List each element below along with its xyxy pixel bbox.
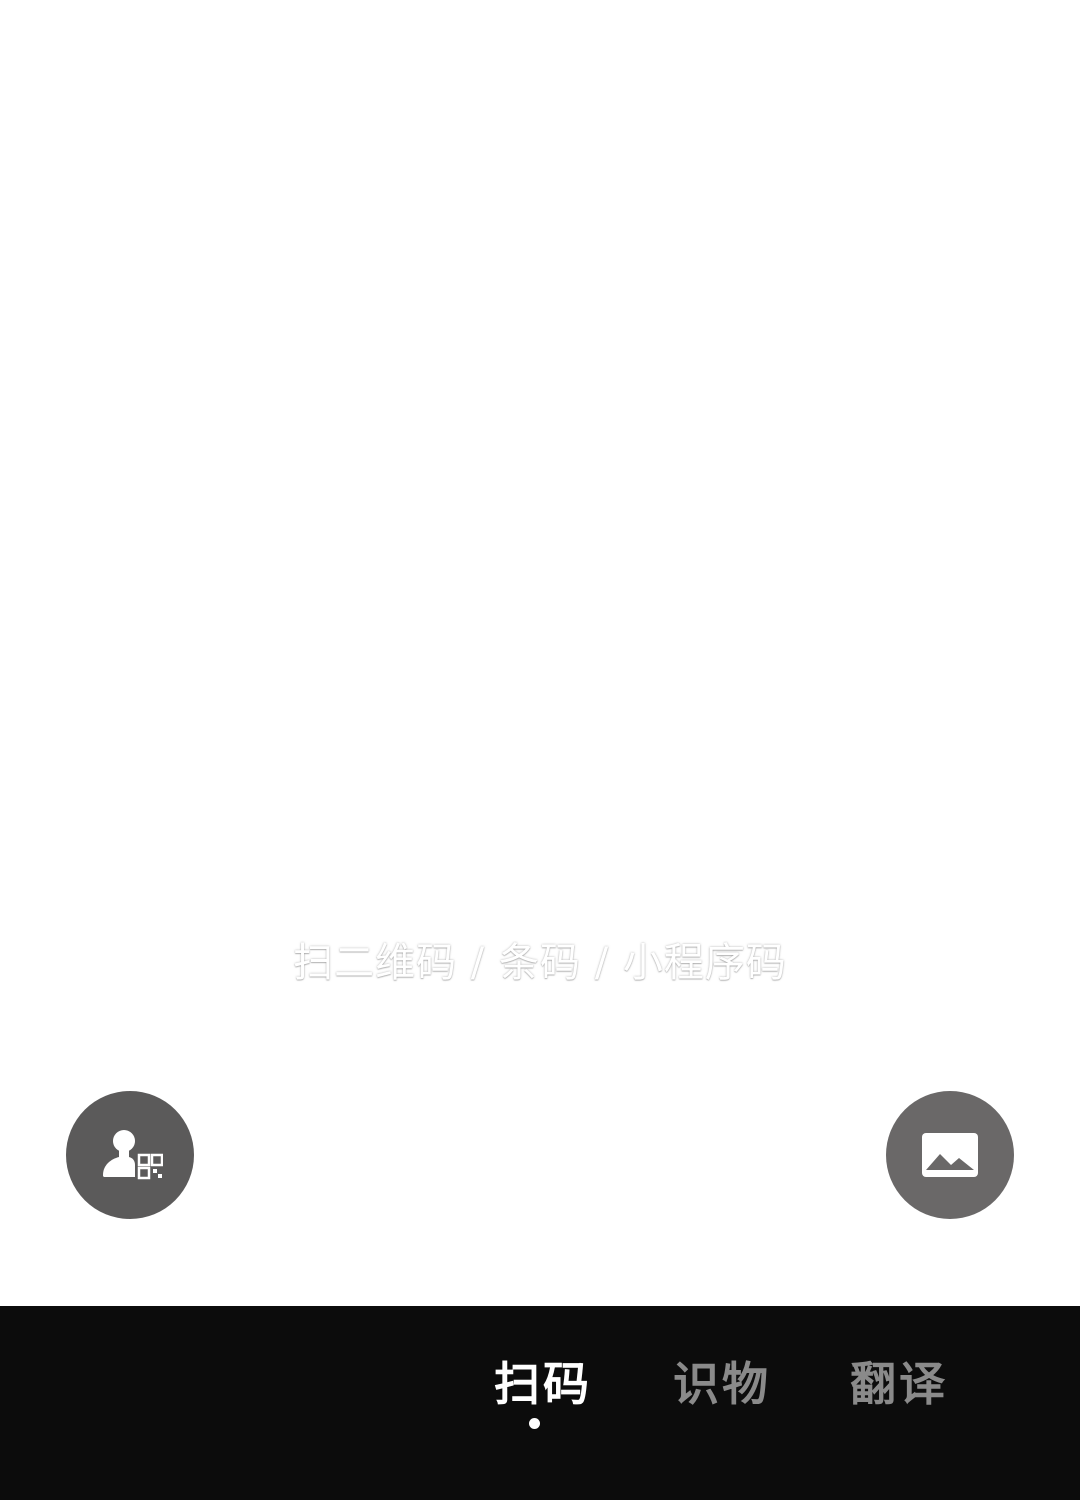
my-qr-code-button[interactable] xyxy=(66,1091,194,1219)
mode-tab-bar: 扫码 识物 翻译 xyxy=(0,1306,1080,1500)
active-tab-indicator xyxy=(529,1418,540,1429)
scan-hint-text: 扫二维码 / 条码 / 小程序码 xyxy=(293,940,787,986)
tab-scan[interactable]: 扫码 xyxy=(494,1348,592,1414)
image-icon xyxy=(921,1132,979,1178)
scan-screen: 扫二维码 / 条码 / 小程序码 扫码 识物 翻译 xyxy=(0,0,1080,1500)
person-qr-icon xyxy=(97,1127,163,1183)
album-button[interactable] xyxy=(886,1091,1014,1219)
tab-recognize-object[interactable]: 识物 xyxy=(673,1348,771,1414)
tab-translate[interactable]: 翻译 xyxy=(850,1348,948,1414)
